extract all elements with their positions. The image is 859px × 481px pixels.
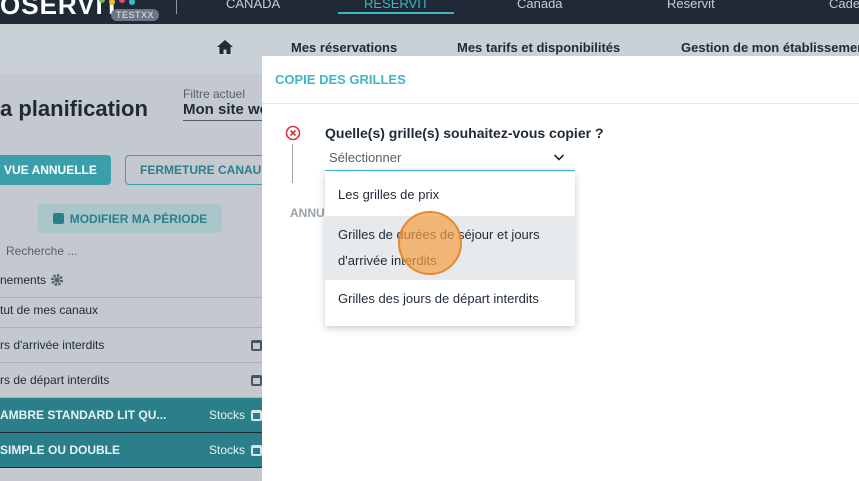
list-item-label: tut de mes canaux [0,303,99,317]
option-label: Les grilles de prix [338,187,440,202]
copy-grids-modal: COPIE DES GRILLES Quelle(s) grille(s) so… [262,56,859,481]
option-departure-grids[interactable]: Grilles des jours de départ interdits [325,286,575,312]
topbar-link-reservit-upper[interactable]: RESERVIT [364,0,429,11]
calendar-icon[interactable] [251,444,262,456]
option-label: Grilles des jours de départ interdits [338,291,539,306]
topbar-divider [176,0,177,14]
gear-icon[interactable] [50,273,64,287]
page-title: a planification [0,96,148,121]
topbar-link-canada[interactable]: Canada [517,0,563,11]
home-icon[interactable] [216,38,234,56]
stocks-label: Stocks [208,443,245,457]
close-channels-button[interactable]: FERMETURE CANAUX [125,155,275,185]
stocks-label: Stocks [208,408,245,422]
list-item-label: nements [0,273,47,287]
list-item[interactable]: rs d'arrivée interdits [0,328,262,363]
calendar-icon[interactable] [251,409,262,421]
filter-select[interactable]: Mon site web [183,101,273,121]
room-row-label: SIMPLE OU DOUBLE [0,443,121,457]
nav-rates-availability[interactable]: Mes tarifs et disponibilités [457,40,620,55]
list-item-label: rs de départ interdits [0,373,110,387]
list-item[interactable]: tut de mes canaux [0,293,262,328]
room-row[interactable]: SIMPLE OU DOUBLE Stocks [0,433,262,468]
grid-select[interactable]: Sélectionner [325,147,575,171]
select-value: Sélectionner [329,150,402,165]
cancel-label[interactable]: ANNU [290,206,325,220]
topbar-link-reservit[interactable]: Reservit [667,0,715,11]
topbar-link-cade[interactable]: Cade [829,0,859,11]
environment-badge: TESTXX [111,9,160,21]
active-tab-underline [338,12,454,14]
list-item[interactable]: rs de départ interdits [0,363,262,398]
step-connector-line [292,144,293,183]
edit-period-label: MODIFIER MA PÉRIODE [69,211,208,226]
list-item-label: rs d'arrivée interdits [0,338,105,352]
calendar-icon[interactable] [251,374,262,386]
option-price-grids[interactable]: Les grilles de prix [325,182,575,208]
click-indicator [398,211,462,275]
topbar-link-canada-upper[interactable]: CANADA [226,0,280,11]
modal-title: COPIE DES GRILLES [275,72,406,87]
nav-my-reservations[interactable]: Mes réservations [291,40,397,55]
question-label: Quelle(s) grille(s) souhaitez-vous copie… [325,125,604,141]
room-row[interactable]: AMBRE STANDARD LIT QU... Stocks [0,398,262,433]
chevron-down-icon[interactable] [553,151,565,163]
room-row-label: AMBRE STANDARD LIT QU... [0,408,167,422]
top-navbar: OSERVIT TESTXX CANADA RESERVIT Canada Re… [0,0,859,24]
calendar-icon [52,213,64,224]
filter-label: Filtre actuel [183,87,246,101]
modal-header: COPIE DES GRILLES [262,56,859,104]
nav-property-management[interactable]: Gestion de mon établissement [681,40,859,55]
annual-view-button[interactable]: VUE ANNUELLE [0,155,111,185]
calendar-icon[interactable] [251,339,262,351]
search-placeholder: Recherche ... [6,244,78,258]
error-circle-icon [285,125,301,141]
edit-period-button[interactable]: MODIFIER MA PÉRIODE [38,204,222,233]
search-input[interactable]: Recherche ... [0,244,77,258]
